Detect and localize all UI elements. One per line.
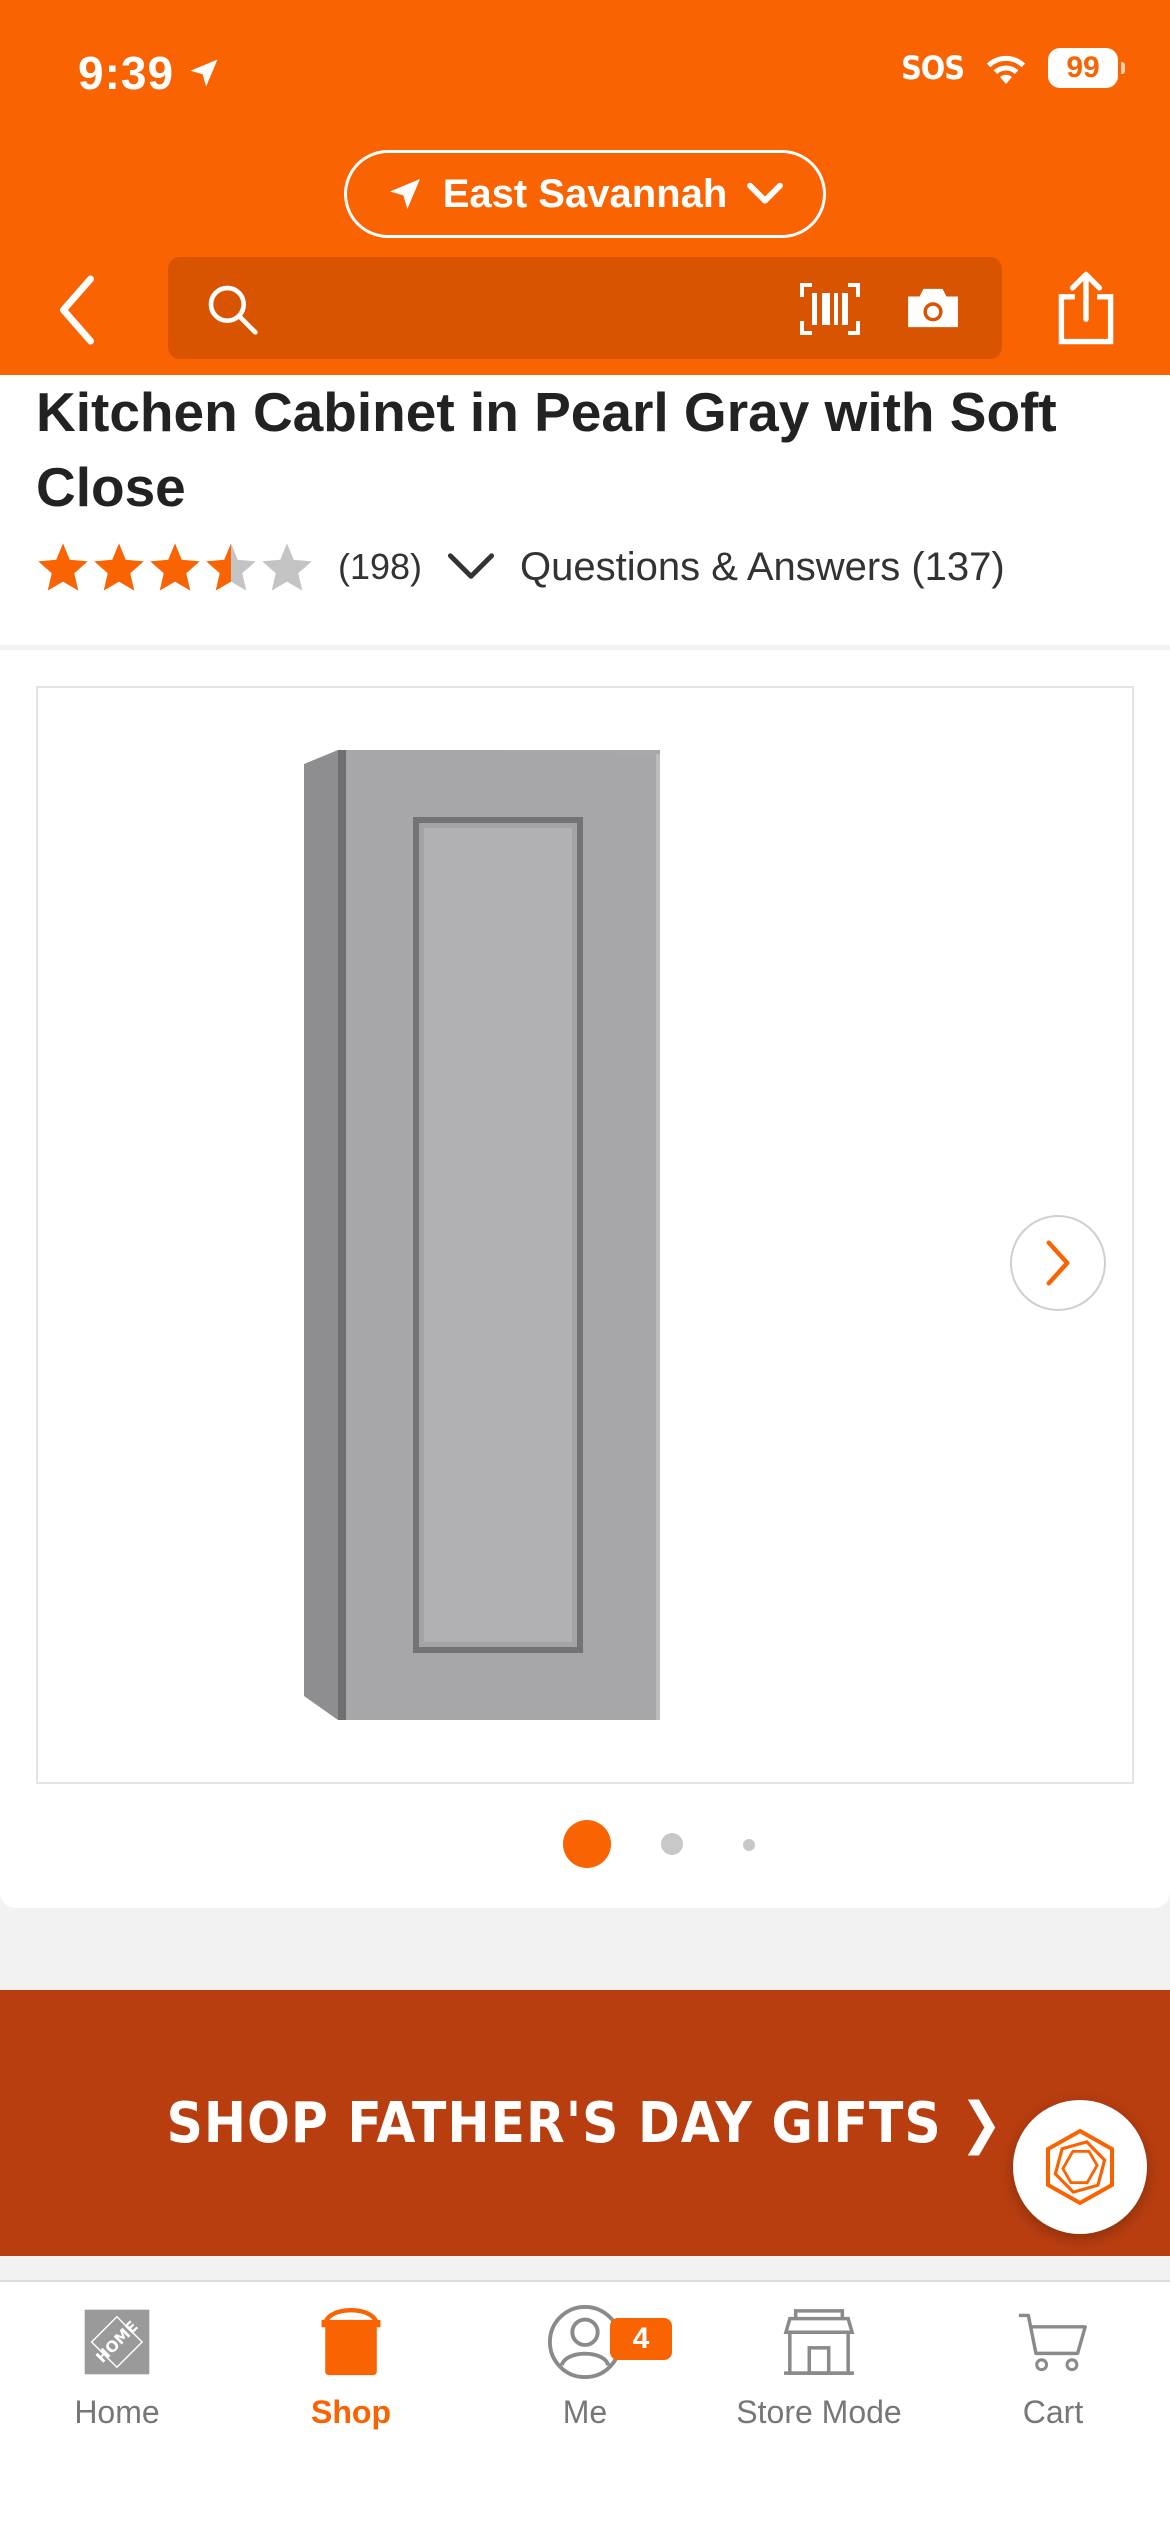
chevron-right-icon xyxy=(1046,1240,1070,1286)
search-input[interactable] xyxy=(168,257,1002,359)
share-icon xyxy=(1058,271,1114,345)
shop-bucket-icon xyxy=(321,2308,381,2376)
star-full-icon xyxy=(150,543,200,591)
tab-store-mode-label: Store Mode xyxy=(736,2394,902,2430)
review-count[interactable]: (198) xyxy=(338,546,422,588)
star-empty-icon xyxy=(262,543,312,591)
notification-badge: 4 xyxy=(610,2318,672,2360)
carousel-dot[interactable] xyxy=(661,1833,683,1855)
tab-me[interactable]: 4 Me xyxy=(468,2302,702,2442)
cabinet-image xyxy=(304,750,660,1720)
store-icon xyxy=(783,2309,855,2375)
tab-home[interactable]: HOME Home xyxy=(0,2302,234,2442)
assistant-fab-button[interactable] xyxy=(1013,2100,1147,2234)
tab-me-label: Me xyxy=(562,2394,608,2430)
home-depot-logo-icon: HOME xyxy=(84,2309,150,2375)
tab-store-mode[interactable]: Store Mode xyxy=(702,2302,936,2442)
status-indicators: SOS 99 xyxy=(901,48,1125,88)
bottom-tab-bar: HOME Home Shop 4 Me Store Mode Cart xyxy=(0,2280,1170,2532)
chevron-down-icon[interactable] xyxy=(446,552,496,582)
store-location-selector[interactable]: East Savannah xyxy=(344,150,826,238)
carousel-dot-active[interactable] xyxy=(563,1820,611,1868)
assistant-hex-icon xyxy=(1046,2128,1114,2206)
battery-indicator: 99 xyxy=(1048,48,1125,88)
location-arrow-icon xyxy=(190,59,218,87)
sos-indicator: SOS xyxy=(901,49,965,87)
carousel-pagination xyxy=(0,1818,1170,1868)
chevron-down-icon xyxy=(747,182,784,204)
carousel-dot[interactable] xyxy=(743,1839,755,1851)
location-arrow-icon xyxy=(389,179,420,209)
barcode-scan-icon[interactable] xyxy=(800,283,860,335)
tab-shop[interactable]: Shop xyxy=(234,2302,468,2442)
promo-banner[interactable]: SHOP FATHER'S DAY GIFTS ❯ xyxy=(0,1990,1170,2256)
camera-icon[interactable] xyxy=(904,285,962,331)
status-time: 9:39 xyxy=(78,46,222,100)
product-title: Kitchen Cabinet in Pearl Gray with Soft … xyxy=(36,381,1057,518)
rating-row[interactable]: (198) Questions & Answers (137) xyxy=(36,537,1005,597)
search-icon xyxy=(208,285,258,335)
product-image-gallery xyxy=(0,650,1170,1908)
tab-cart[interactable]: Cart xyxy=(936,2302,1170,2442)
star-half-icon xyxy=(206,543,256,591)
next-image-button[interactable] xyxy=(1010,1215,1106,1311)
questions-answers-link[interactable]: Questions & Answers (137) xyxy=(520,545,1005,590)
star-full-icon xyxy=(38,543,88,591)
time-text: 9:39 xyxy=(78,47,175,99)
tab-home-label: Home xyxy=(74,2394,160,2430)
star-rating xyxy=(36,541,314,593)
promo-label: SHOP FATHER'S DAY GIFTS ❯ xyxy=(166,2090,1004,2156)
share-button[interactable] xyxy=(1054,270,1118,351)
store-location-label: East Savannah xyxy=(442,171,728,216)
star-full-icon xyxy=(94,543,144,591)
chevron-left-icon xyxy=(59,275,95,345)
cart-icon xyxy=(1018,2313,1087,2372)
tab-shop-label: Shop xyxy=(311,2394,391,2430)
product-image[interactable] xyxy=(36,686,1134,1784)
tab-cart-label: Cart xyxy=(1022,2394,1084,2430)
app-header: 9:39 SOS 99 East Savannah xyxy=(0,0,1170,375)
product-summary: Kitchen Cabinet in Pearl Gray with Soft … xyxy=(0,375,1170,645)
back-button[interactable] xyxy=(52,270,102,350)
wifi-icon xyxy=(986,55,1026,84)
